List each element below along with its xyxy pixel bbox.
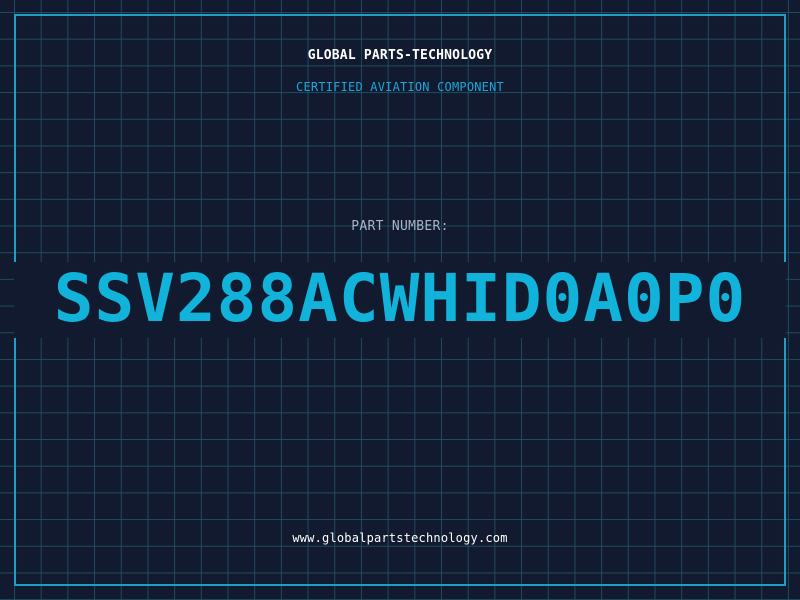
brand-name: GLOBAL PARTS-TECHNOLOGY	[307, 48, 493, 63]
part-number-value: SSV288ACWHID0A0P0	[53, 260, 747, 337]
brand-tagline: CERTIFIED AVIATION COMPONENT	[296, 80, 504, 94]
part-number-label: PART NUMBER:	[351, 219, 449, 234]
website-url: www.globalpartstechnology.com	[292, 531, 508, 545]
part-label-card: GLOBAL PARTS-TECHNOLOGY CERTIFIED AVIATI…	[0, 0, 800, 600]
